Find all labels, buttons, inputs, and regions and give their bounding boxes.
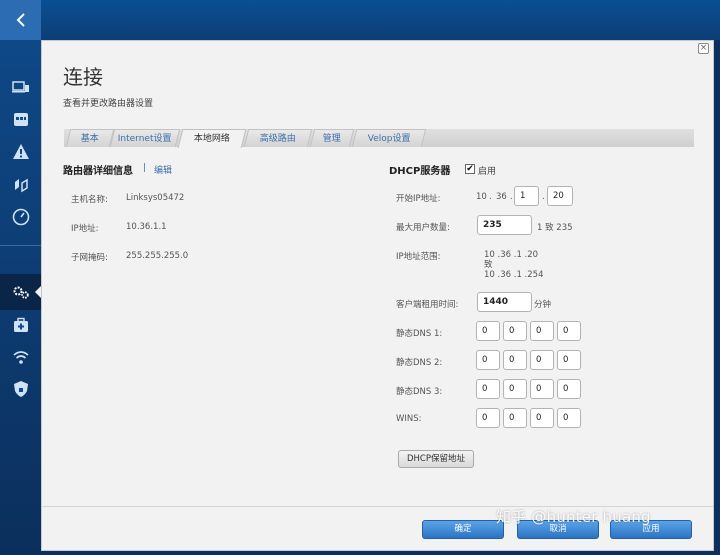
subnet-mask-label: 子网掩码: [71, 253, 108, 263]
ip-dot: . [542, 192, 545, 202]
sidebar-item-connectivity-icon [0, 278, 41, 306]
speedometer-icon [12, 208, 29, 226]
chevron-left-icon [16, 13, 25, 27]
tab-admin[interactable]: 管理 [309, 129, 355, 147]
host-name-value: Linksys05472 [126, 193, 185, 203]
ok-button[interactable]: 确定 [422, 520, 504, 539]
shield-icon [13, 381, 28, 397]
calendar-icon [13, 113, 28, 126]
dns3-label: 静态DNS 3: [396, 387, 443, 397]
connectivity-panel: × 连接 查看并更改路由器设置 基本 Internet设置 本地网络 高级路由 … [41, 40, 714, 551]
ip-range-label: IP地址范围: [396, 252, 441, 262]
max-users-input[interactable]: 235 [477, 215, 532, 235]
max-users-label: 最大用户数量: [396, 223, 450, 233]
wins-octet-3-input[interactable]: 0 [530, 408, 554, 428]
ip-range-end: 10 .36 .1 .254 [484, 270, 544, 280]
gears-icon [13, 286, 29, 299]
sidebar-divider [0, 245, 41, 246]
priority-icon [14, 178, 28, 193]
tab-velop-settings[interactable]: Velop设置 [351, 129, 427, 147]
sidebar-item-security[interactable] [0, 375, 41, 403]
sidebar-item-wireless[interactable] [0, 343, 41, 371]
sidebar-item-alerts[interactable] [0, 138, 41, 166]
dhcp-reservation-button[interactable]: DHCP保留地址 [398, 450, 474, 468]
wins-label: WINS: [396, 414, 422, 424]
back-button[interactable] [0, 0, 41, 40]
page-title: 连接 [63, 65, 103, 89]
wins-octet-1-input[interactable]: 0 [476, 408, 500, 428]
medkit-icon [13, 317, 28, 332]
ip-range-to: 致 [484, 260, 493, 270]
dns1-octet-3-input[interactable]: 0 [530, 321, 554, 341]
dns3-octet-2-input[interactable]: 0 [503, 379, 527, 399]
dns1-octet-1-input[interactable]: 0 [476, 321, 500, 341]
start-ip-label: 开始IP地址: [396, 194, 441, 204]
tab-label: 本地网络 [193, 134, 230, 144]
page-subtitle: 查看并更改路由器设置 [63, 99, 154, 109]
warning-icon [12, 144, 29, 159]
ip-dot: . [510, 192, 513, 202]
ip-address-label: IP地址: [71, 224, 99, 234]
dns3-octet-4-input[interactable]: 0 [557, 379, 581, 399]
max-users-range: 1 致 235 [537, 223, 573, 233]
dhcp-server-title: DHCP服务器 [389, 166, 451, 177]
sidebar-item-devices[interactable] [0, 73, 41, 101]
wins-octet-4-input[interactable]: 0 [557, 408, 581, 428]
dns2-octet-2-input[interactable]: 0 [503, 350, 527, 370]
tab-label: 管理 [322, 134, 341, 144]
tab-label: Internet设置 [117, 134, 172, 144]
lease-time-unit: 分钟 [534, 300, 552, 310]
dhcp-enable-checkbox[interactable]: ✔ [465, 164, 475, 174]
sidebar-item-troubleshooting[interactable] [0, 311, 41, 339]
dns2-octet-4-input[interactable]: 0 [557, 350, 581, 370]
sidebar-item-priority[interactable] [0, 171, 41, 199]
host-name-label: 主机名称: [71, 195, 108, 205]
title-separator: | [143, 163, 147, 173]
ip-address-value: 10.36.1.1 [126, 222, 167, 232]
sidebar [0, 0, 42, 555]
close-icon[interactable]: × [698, 43, 709, 54]
devices-icon [11, 81, 29, 93]
sidebar-item-speed[interactable] [0, 203, 41, 231]
tab-local-network[interactable]: 本地网络 [177, 129, 247, 148]
tab-basic[interactable]: 基本 [65, 129, 115, 147]
dns2-octet-1-input[interactable]: 0 [476, 350, 500, 370]
dns1-octet-2-input[interactable]: 0 [503, 321, 527, 341]
edit-link[interactable]: 编辑 [154, 163, 172, 176]
wifi-icon [12, 351, 29, 364]
dhcp-enable-label: 启用 [478, 167, 497, 177]
ip-dot: . [489, 192, 492, 202]
top-bar [0, 0, 720, 40]
lease-time-label: 客户端租用时间: [396, 300, 459, 310]
watermark-text: 知乎 @hunter huang [496, 508, 651, 526]
start-ip-octet-4-input[interactable]: 20 [547, 186, 573, 206]
tab-label: 基本 [80, 134, 99, 144]
tab-internet[interactable]: Internet设置 [109, 129, 181, 147]
router-details-title: 路由器详细信息 [63, 166, 133, 177]
subnet-mask-value: 255.255.255.0 [126, 251, 189, 261]
tab-label: 高级路由 [259, 134, 296, 144]
sidebar-item-parental[interactable] [0, 105, 41, 133]
dns1-octet-4-input[interactable]: 0 [557, 321, 581, 341]
tab-label: Velop设置 [367, 134, 411, 144]
lease-time-input[interactable]: 1440 [477, 292, 532, 312]
start-ip-octet-1: 10 [476, 192, 487, 202]
ip-range-start: 10 .36 .1 .20 [484, 250, 539, 260]
dns3-octet-1-input[interactable]: 0 [476, 379, 500, 399]
wins-octet-2-input[interactable]: 0 [503, 408, 527, 428]
start-ip-octet-3-input[interactable]: 1 [514, 186, 539, 206]
dns1-label: 静态DNS 1: [396, 329, 443, 339]
dns3-octet-3-input[interactable]: 0 [530, 379, 554, 399]
dns2-label: 静态DNS 2: [396, 358, 443, 368]
tab-advanced-routing[interactable]: 高级路由 [243, 129, 313, 147]
dns2-octet-3-input[interactable]: 0 [530, 350, 554, 370]
start-ip-octet-2: 36 [496, 192, 507, 202]
